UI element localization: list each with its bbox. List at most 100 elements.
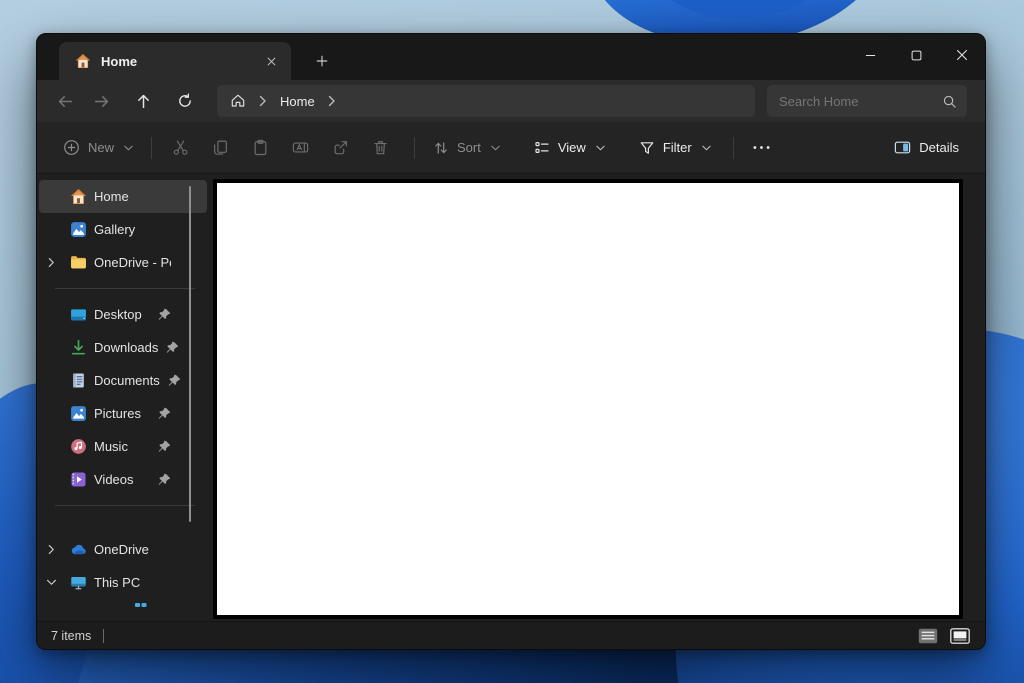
pictures-icon	[70, 405, 87, 422]
copy-button[interactable]	[200, 131, 240, 165]
sidebar-item-onedrive[interactable]: OneDrive	[39, 533, 207, 566]
onedrive-icon	[70, 541, 87, 558]
collapse-chevron-icon[interactable]	[39, 579, 63, 586]
sidebar-item-label: Music	[94, 439, 128, 454]
tab-strip: Home	[37, 34, 985, 80]
search-icon	[942, 94, 957, 109]
music-icon	[70, 438, 87, 455]
paste-button[interactable]	[240, 131, 280, 165]
filter-button[interactable]: Filter	[629, 131, 721, 165]
search-box[interactable]	[767, 85, 967, 117]
refresh-icon	[177, 93, 193, 109]
breadcrumb-home[interactable]: Home	[280, 94, 315, 109]
sort-icon	[433, 140, 449, 156]
minimize-button[interactable]	[847, 34, 893, 76]
sidebar-item-onedrive-personal[interactable]: OneDrive - Perso	[39, 246, 207, 279]
rename-button[interactable]	[280, 131, 320, 165]
expand-chevron-icon[interactable]	[39, 257, 63, 268]
folder-content-area[interactable]	[213, 179, 963, 619]
sidebar-scrollbar[interactable]	[189, 186, 191, 522]
address-bar[interactable]: Home	[217, 85, 755, 117]
sidebar-item-label: This PC	[94, 575, 140, 590]
toolbar-divider	[151, 137, 152, 159]
cut-button[interactable]	[160, 131, 200, 165]
filter-icon	[639, 140, 655, 156]
paste-icon	[252, 139, 269, 156]
sidebar-item-clipped	[37, 599, 211, 609]
sidebar-item-this-pc[interactable]: This PC	[39, 566, 207, 599]
sidebar-item-home[interactable]: Home	[39, 180, 207, 213]
details-pane-icon	[894, 139, 911, 156]
chevron-down-icon	[596, 145, 605, 151]
status-divider	[103, 629, 104, 643]
sidebar-item-music[interactable]: Music	[39, 430, 207, 463]
view-icon	[534, 140, 550, 156]
home-icon	[70, 188, 87, 205]
delete-button[interactable]	[360, 131, 400, 165]
close-button[interactable]	[939, 34, 985, 76]
sidebar-item-downloads[interactable]: Downloads	[39, 331, 207, 364]
content-pane-wrap	[211, 174, 985, 621]
pin-icon	[165, 341, 179, 355]
items-count: 7 items	[51, 629, 91, 643]
sidebar-item-videos[interactable]: Videos	[39, 463, 207, 496]
drive-icon	[133, 599, 149, 607]
sidebar-item-label: Videos	[94, 472, 134, 487]
sidebar-item-documents[interactable]: Documents	[39, 364, 207, 397]
status-bar: 7 items	[37, 621, 985, 649]
sidebar-divider	[55, 288, 195, 289]
chevron-down-icon	[124, 145, 133, 151]
chevron-down-icon	[491, 145, 500, 151]
sidebar-item-desktop[interactable]: Desktop	[39, 298, 207, 331]
tab-close-button[interactable]	[259, 49, 283, 73]
videos-icon	[70, 471, 87, 488]
forward-arrow-icon	[93, 93, 110, 110]
main-area: Home Gallery OneDrive - Perso	[37, 174, 985, 621]
forward-button[interactable]	[83, 85, 119, 117]
sidebar-divider	[55, 505, 195, 506]
sidebar-item-gallery[interactable]: Gallery	[39, 213, 207, 246]
up-button[interactable]	[125, 85, 161, 117]
toolbar-divider	[733, 137, 734, 159]
chevron-right-icon	[328, 95, 336, 107]
navigation-bar: Home	[37, 80, 985, 122]
toolbar-divider	[414, 137, 415, 159]
new-button[interactable]: New	[53, 131, 143, 165]
close-icon	[265, 55, 278, 68]
search-input[interactable]	[779, 94, 942, 109]
sidebar-item-label: Downloads	[94, 340, 158, 355]
new-tab-button[interactable]	[307, 46, 337, 76]
details-view-button[interactable]	[915, 625, 941, 647]
details-button[interactable]: Details	[884, 131, 969, 165]
home-outline-icon	[230, 93, 246, 109]
pin-icon	[157, 440, 171, 454]
this-pc-icon	[70, 574, 87, 591]
back-button[interactable]	[47, 85, 83, 117]
navigation-sidebar: Home Gallery OneDrive - Perso	[37, 174, 211, 621]
sidebar-item-label: Desktop	[94, 307, 142, 322]
sidebar-item-label: Gallery	[94, 222, 135, 237]
share-button[interactable]	[320, 131, 360, 165]
sidebar-item-label: OneDrive	[94, 542, 149, 557]
refresh-button[interactable]	[167, 85, 203, 117]
view-button[interactable]: View	[524, 131, 615, 165]
more-options-button[interactable]	[742, 131, 782, 165]
pin-icon	[157, 308, 171, 322]
maximize-button[interactable]	[893, 34, 939, 76]
maximize-icon	[911, 50, 922, 61]
sort-button[interactable]: Sort	[423, 131, 510, 165]
chevron-right-icon	[259, 95, 267, 107]
thumbnail-view-button[interactable]	[947, 625, 973, 647]
sidebar-item-label: Documents	[94, 373, 160, 388]
pin-icon	[157, 407, 171, 421]
up-arrow-icon	[135, 93, 152, 110]
downloads-icon	[70, 339, 87, 356]
sidebar-item-pictures[interactable]: Pictures	[39, 397, 207, 430]
tab-home[interactable]: Home	[59, 42, 291, 80]
close-icon	[956, 49, 968, 61]
sidebar-item-label: Home	[94, 189, 129, 204]
pin-icon	[167, 374, 181, 388]
expand-chevron-icon[interactable]	[39, 544, 63, 555]
folder-icon	[70, 254, 87, 271]
home-icon	[75, 53, 91, 69]
